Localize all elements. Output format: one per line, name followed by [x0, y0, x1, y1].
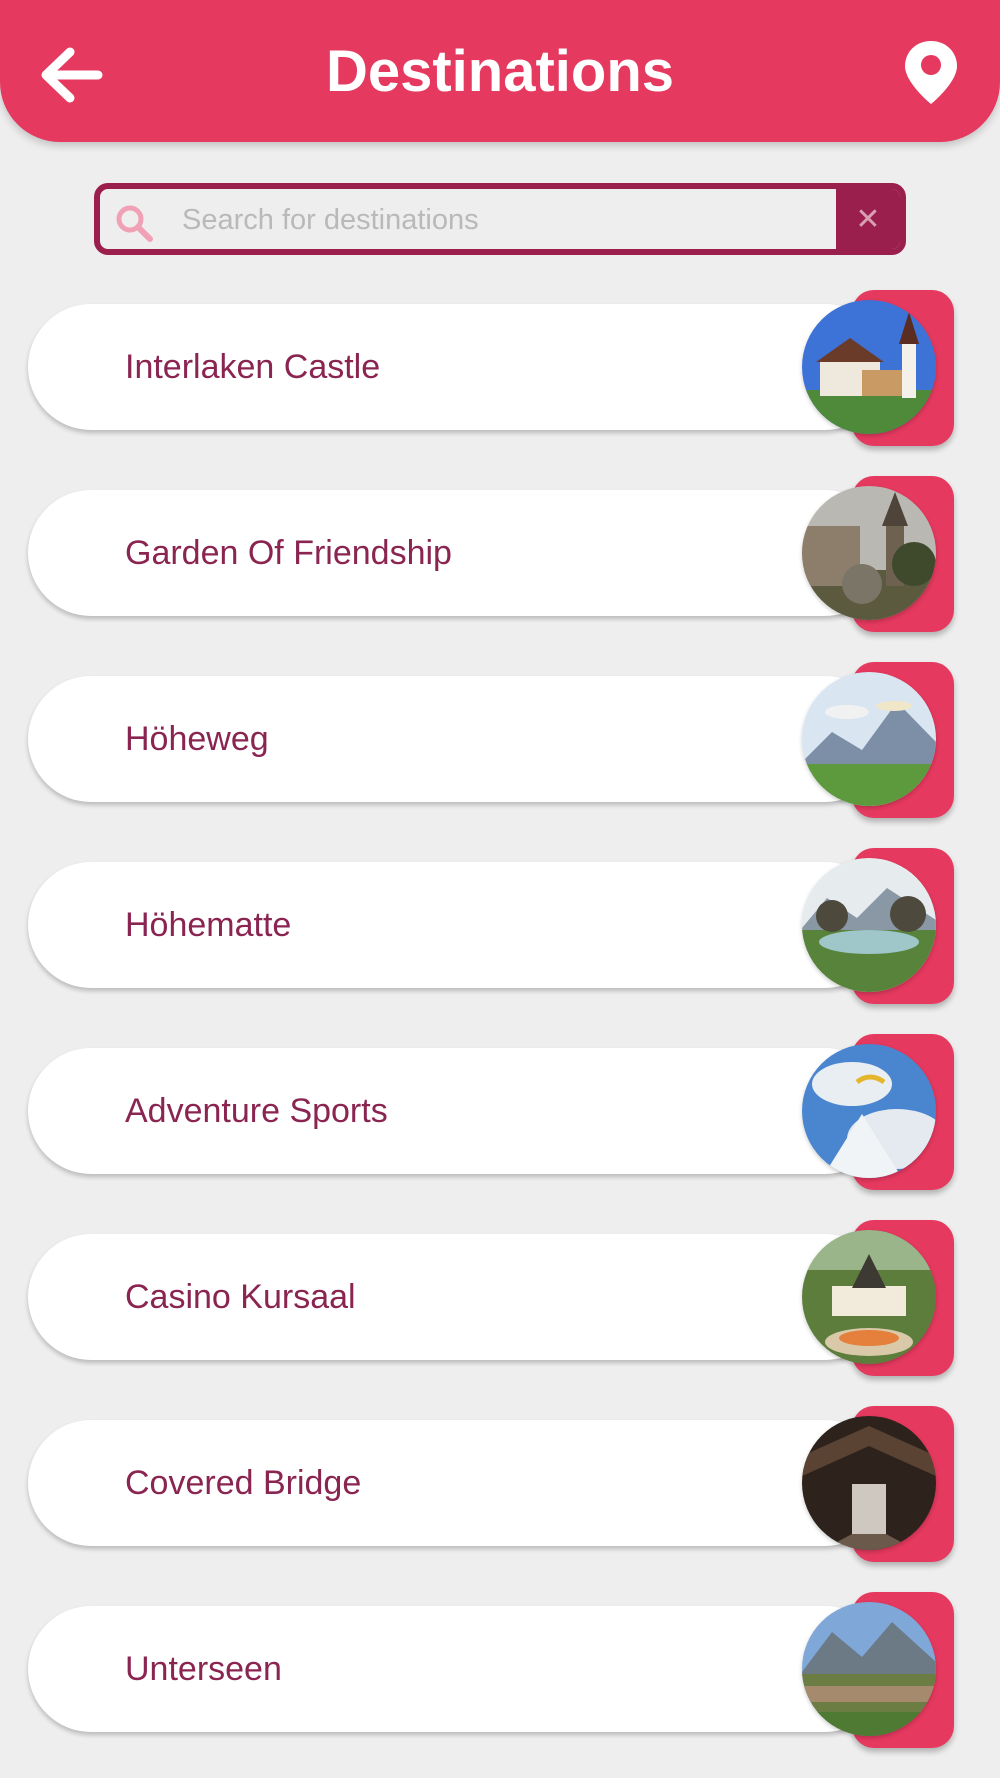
- destination-item[interactable]: Höheweg: [0, 662, 1000, 822]
- destination-thumbnail: [802, 672, 936, 806]
- destination-item[interactable]: Adventure Sports: [0, 1034, 1000, 1194]
- item-card: Interlaken Castle: [28, 304, 888, 430]
- destination-thumbnail: [802, 486, 936, 620]
- destination-name: Adventure Sports: [125, 1092, 388, 1130]
- destination-name: Casino Kursaal: [125, 1278, 356, 1316]
- destination-name: Garden Of Friendship: [125, 534, 452, 572]
- destination-thumbnail: [802, 1230, 936, 1364]
- destination-item[interactable]: Unterseen: [0, 1592, 1000, 1752]
- item-card: Garden Of Friendship: [28, 490, 888, 616]
- map-pin-icon: [905, 41, 957, 104]
- destination-item[interactable]: Casino Kursaal: [0, 1220, 1000, 1380]
- destination-name: Unterseen: [125, 1650, 282, 1688]
- destination-item[interactable]: Höhematte: [0, 848, 1000, 1008]
- location-button[interactable]: [900, 38, 962, 108]
- item-card: Covered Bridge: [28, 1420, 888, 1546]
- destination-thumbnail: [802, 1416, 936, 1550]
- item-card: Adventure Sports: [28, 1048, 888, 1174]
- destination-item[interactable]: Interlaken Castle: [0, 290, 1000, 450]
- destination-item[interactable]: Garden Of Friendship: [0, 476, 1000, 636]
- destination-name: Interlaken Castle: [125, 348, 381, 386]
- item-card: Unterseen: [28, 1606, 888, 1732]
- item-card: Casino Kursaal: [28, 1234, 888, 1360]
- destination-thumbnail: [802, 300, 936, 434]
- destination-name: Covered Bridge: [125, 1464, 362, 1502]
- clear-search-button[interactable]: ✕: [836, 189, 900, 249]
- search-input[interactable]: [180, 189, 824, 249]
- item-card: Höhematte: [28, 862, 888, 988]
- search-icon: [116, 205, 153, 242]
- destination-thumbnail: [802, 1044, 936, 1178]
- destination-name: Höheweg: [125, 720, 269, 758]
- item-card: Höheweg: [28, 676, 888, 802]
- search-bar: ✕: [94, 183, 906, 255]
- destination-thumbnail: [802, 858, 936, 992]
- destination-name: Höhematte: [125, 906, 292, 944]
- app-header: Destinations: [0, 0, 1000, 142]
- destination-item[interactable]: Covered Bridge: [0, 1406, 1000, 1566]
- destination-thumbnail: [802, 1602, 936, 1736]
- page-title: Destinations: [325, 39, 675, 104]
